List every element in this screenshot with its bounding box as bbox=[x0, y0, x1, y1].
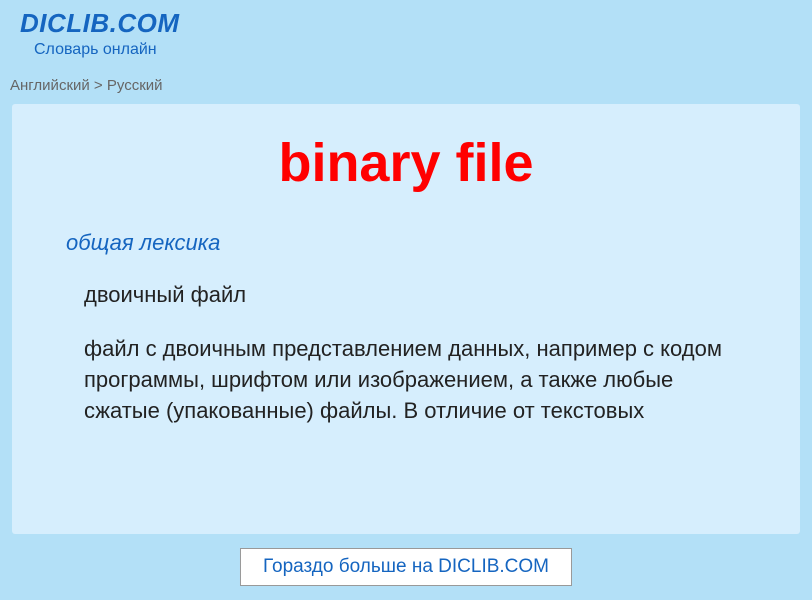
definition-long: файл с двоичным представлением данных, н… bbox=[84, 334, 752, 426]
breadcrumb[interactable]: Английский > Русский bbox=[0, 63, 812, 98]
more-link-box: Гораздо больше на DICLIB.COM bbox=[240, 548, 572, 586]
term-category: общая лексика bbox=[66, 230, 772, 256]
dictionary-entry-card: binary file общая лексика двоичный файл … bbox=[12, 104, 800, 534]
term-definition: двоичный файл файл с двоичным представле… bbox=[84, 282, 752, 426]
more-link[interactable]: Гораздо больше на DICLIB.COM bbox=[263, 556, 549, 577]
definition-short: двоичный файл bbox=[84, 282, 752, 308]
site-header: DICLIB.COM Словарь онлайн bbox=[0, 0, 812, 63]
site-logo[interactable]: DICLIB.COM bbox=[20, 8, 792, 39]
term-title: binary file bbox=[40, 132, 772, 194]
site-subtitle: Словарь онлайн bbox=[34, 41, 792, 59]
